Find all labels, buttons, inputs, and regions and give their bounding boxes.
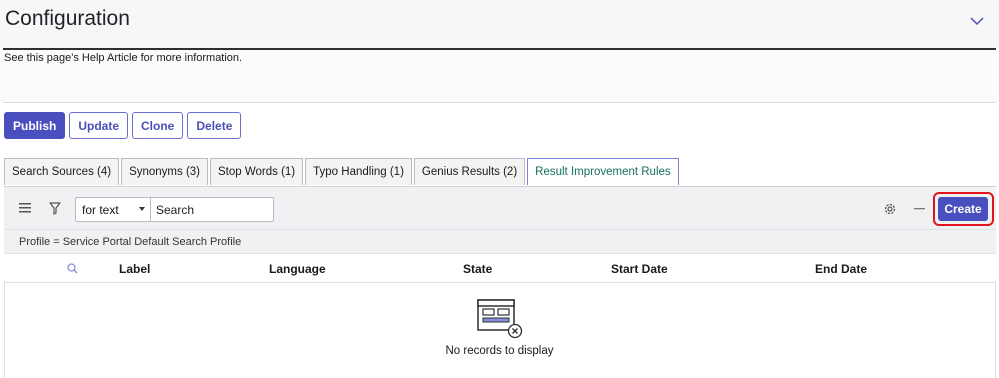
search-field-select[interactable]: for text [75,197,151,222]
search-input[interactable] [150,197,274,222]
filter-condition[interactable]: Profile = Service Portal Default Search … [19,236,241,248]
tab-result-improvement-rules[interactable]: Result Improvement Rules [527,158,679,185]
empty-state-message: No records to display [445,345,554,357]
tab-genius-results[interactable]: Genius Results (2) [413,158,526,185]
tab-typo-handling[interactable]: Typo Handling (1) [305,158,412,185]
search-icon[interactable] [67,263,78,274]
config-tabs: Search Sources (4) Synonyms (3) Stop Wor… [4,158,679,186]
delete-button[interactable]: Delete [187,112,242,139]
table-border-right [995,281,996,378]
column-header-label[interactable]: Label [119,262,150,276]
table-border-left [4,281,5,378]
chevron-down-icon[interactable] [968,12,986,30]
page-header: Configuration [0,0,999,48]
gear-icon[interactable] [884,203,896,215]
action-buttons: Publish Update Clone Delete [4,112,242,139]
column-header-end-date[interactable]: End Date [815,262,867,276]
table-header: Label Language State Start Date End Date [4,253,996,283]
tab-search-sources[interactable]: Search Sources (4) [4,158,120,185]
tab-stop-words[interactable]: Stop Words (1) [210,158,304,185]
caret-down-icon [139,207,145,211]
help-text: See this page's Help Article for more in… [4,52,243,64]
update-button[interactable]: Update [69,112,129,139]
tab-synonyms[interactable]: Synonyms (3) [121,158,209,185]
publish-button[interactable]: Publish [4,112,66,139]
section-divider [3,102,996,103]
create-button[interactable]: Create [938,197,988,221]
column-header-language[interactable]: Language [269,262,326,276]
page-title: Configuration [5,7,130,30]
search-field-select-value: for text [82,202,119,217]
create-button-highlight: Create [933,192,994,226]
hamburger-menu-icon[interactable] [19,203,31,213]
filter-funnel-icon[interactable] [49,202,61,215]
list-toolbar: for text Create [4,186,996,230]
filter-breadcrumb: Profile = Service Portal Default Search … [4,229,996,254]
empty-records-icon [477,299,523,339]
column-header-state[interactable]: State [463,262,492,276]
clone-button[interactable]: Clone [132,112,184,139]
column-header-start-date[interactable]: Start Date [611,262,668,276]
minus-icon[interactable] [914,208,925,210]
